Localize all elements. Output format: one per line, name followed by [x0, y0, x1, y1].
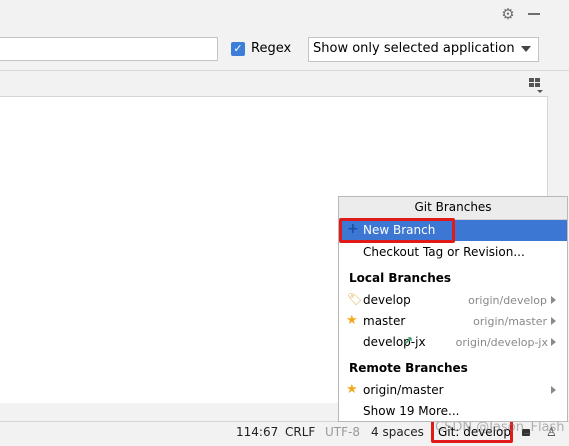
star-icon: ★: [346, 382, 358, 397]
tag-icon: 🏷: [347, 292, 363, 306]
branch-item-origin-master[interactable]: origin/master: [363, 383, 444, 397]
gear-icon[interactable]: ⚙: [500, 6, 516, 22]
popup-title: Git Branches: [414, 200, 492, 214]
new-branch-highlight: [339, 218, 455, 243]
branch-item-develop-jx[interactable]: develop-jx: [363, 335, 426, 349]
layout-settings-icon[interactable]: [529, 78, 541, 88]
branch-remote-master: origin/master: [473, 315, 547, 328]
top-toolbar: [0, 0, 569, 28]
show-more-item[interactable]: Show 19 More...: [363, 404, 459, 418]
minimize-icon[interactable]: [528, 13, 540, 15]
submenu-arrow-icon: [551, 386, 556, 394]
local-branches-header: Local Branches: [349, 271, 452, 285]
search-input[interactable]: [0, 37, 218, 61]
outgoing-arrow-icon: ↗: [403, 334, 414, 348]
line-separator[interactable]: CRLF: [285, 425, 315, 439]
branch-remote-develop: origin/develop: [468, 294, 547, 307]
star-icon: ★: [346, 313, 358, 328]
branch-item-master[interactable]: master: [363, 314, 405, 328]
branch-item-develop[interactable]: develop: [363, 293, 411, 307]
remote-branches-header: Remote Branches: [349, 361, 468, 375]
branch-remote-develop-jx: origin/develop-jx: [455, 336, 548, 349]
regex-checkbox[interactable]: ✓: [231, 42, 245, 56]
chevron-down-icon: [521, 46, 531, 52]
regex-label: Regex: [251, 41, 292, 56]
indent-setting[interactable]: 4 spaces: [371, 425, 424, 439]
layout-dropdown-arrow-icon: [537, 90, 543, 93]
submenu-arrow-icon: [551, 296, 556, 304]
checkout-tag-item[interactable]: Checkout Tag or Revision...: [363, 245, 525, 259]
watermark: CSDN @Jason_Flash: [435, 420, 565, 435]
submenu-arrow-icon: [551, 338, 556, 346]
caret-position[interactable]: 114:67: [236, 425, 278, 439]
file-encoding[interactable]: UTF-8: [325, 425, 360, 439]
application-filter-value: Show only selected application: [313, 41, 515, 56]
submenu-arrow-icon: [551, 317, 556, 325]
